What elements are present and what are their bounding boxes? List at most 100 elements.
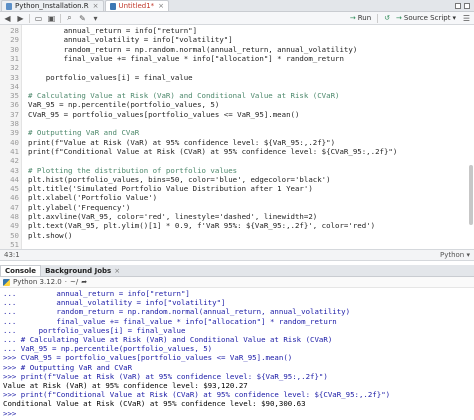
code-line[interactable]: 30 random_return = np.random.normal(annu… <box>0 45 474 54</box>
separator: · <box>64 278 67 286</box>
vertical-scrollbar[interactable] <box>469 165 473 225</box>
code-line[interactable]: 28 annual_return = info["return"] <box>0 26 474 35</box>
language-selector[interactable]: Python <box>440 251 464 259</box>
tab-background-jobs[interactable]: Background Jobs × <box>41 265 124 276</box>
code-text: final_value += final_value * info["alloc… <box>28 53 344 63</box>
console-header: Python 3.12.0 · ~/ ➦ <box>0 277 474 288</box>
rerun-button[interactable]: ↺ <box>384 14 390 22</box>
code-text: plt.axvline(VaR_95, color='red', linesty… <box>28 212 318 221</box>
outline-icon[interactable]: ☰ <box>462 14 471 23</box>
code-line[interactable]: 46 plt.xlabel('Portfolio Value') <box>0 193 474 202</box>
forward-arrow-icon[interactable]: ▶ <box>16 14 25 23</box>
code-tools-icon[interactable]: ✎ <box>78 14 87 23</box>
code-text: annual_return = info["return"] <box>28 26 198 35</box>
console-line: Conditional Value at Risk (CVaR) at 95% … <box>3 399 306 409</box>
line-number: 41 <box>10 146 19 156</box>
console-line: >>> print(f"Conditional Value at Risk (C… <box>3 390 391 400</box>
line-number: 42 <box>10 156 19 166</box>
console-line: >>> print(f"Value at Risk (VaR) at 95% c… <box>3 371 328 381</box>
line-number: 33 <box>10 72 19 82</box>
code-line[interactable]: 31 final_value += final_value * info["al… <box>0 54 474 63</box>
line-number: 31 <box>10 53 19 63</box>
maximize-pane-icon[interactable] <box>464 2 470 9</box>
run-label: Run <box>357 14 372 22</box>
show-in-window-icon[interactable]: ▭ <box>34 14 43 23</box>
code-editor[interactable]: 28 annual_return = info["return"] 29 annu… <box>0 25 474 249</box>
code-line[interactable]: 48 plt.axvline(VaR_95, color='red', lines… <box>0 212 474 221</box>
console-line: ... VaR_95 = np.percentile(portfolio_val… <box>3 344 213 354</box>
code-line[interactable]: 37 CVaR_95 = portfolio_values[portfolio_v… <box>0 110 474 119</box>
python-file-icon <box>109 2 116 10</box>
line-number: 39 <box>10 128 19 138</box>
line-number: 30 <box>10 44 19 54</box>
close-icon[interactable]: × <box>114 267 120 275</box>
source-label: Source Script <box>403 14 451 22</box>
code-text: # Calculating Value at Risk (VaR) and Co… <box>28 91 340 101</box>
source-arrow-icon: → <box>396 14 402 22</box>
code-line[interactable]: 36 VaR_95 = np.percentile(portfolio_value… <box>0 100 474 109</box>
code-line[interactable]: 45 plt.title('Simulated Portfolio Value D… <box>0 184 474 193</box>
code-line[interactable]: 35 # Calculating Value at Risk (VaR) and … <box>0 91 474 100</box>
back-arrow-icon[interactable]: ◀ <box>3 14 12 23</box>
chevron-down-icon[interactable]: ▾ <box>452 14 456 22</box>
source-script-button[interactable]: → Source Script ▾ <box>396 14 456 22</box>
code-line[interactable]: 47 plt.ylabel('Frequency') <box>0 203 474 212</box>
code-line[interactable]: 44 plt.hist(portfolio_values, bins=50, co… <box>0 175 474 184</box>
code-line[interactable]: 50 plt.show() <box>0 231 474 240</box>
console-line: ... random_return = np.random.normal(ann… <box>3 307 351 317</box>
code-text: random_return = np.random.normal(annual_… <box>28 44 358 54</box>
code-text: plt.ylabel('Frequency') <box>28 202 131 212</box>
close-icon[interactable]: × <box>93 2 99 10</box>
code-line[interactable]: 40 print(f"Value at Risk (VaR) at 95% con… <box>0 138 474 147</box>
editor-toolbar: ◀ ▶ ▭ ▣ ⌕ ✎ ▾ → Run ↺ → Source Script ▾ … <box>0 12 474 25</box>
tab-console[interactable]: Console <box>0 265 42 276</box>
r-file-icon <box>6 2 12 10</box>
chevron-down-icon[interactable]: ▾ <box>464 251 470 259</box>
code-text: plt.title('Simulated Portfolio Value Dis… <box>28 184 313 194</box>
chevron-down-icon[interactable]: ▾ <box>91 14 100 23</box>
code-line[interactable]: 33 portfolio_values[i] = final_value <box>0 73 474 82</box>
console-line: ... final_value += final_value * info["a… <box>3 316 337 326</box>
run-arrow-icon: → <box>349 14 356 22</box>
console-line: >>> # Outputting VaR and CVaR <box>3 362 133 372</box>
run-button[interactable]: → Run <box>350 14 371 22</box>
tab-untitled1[interactable]: Untitled1* × <box>104 0 170 11</box>
console-line: ... # Calculating Value at Risk (VaR) an… <box>3 335 333 344</box>
console-line: ... annual_volatility = info["volatility… <box>3 298 226 308</box>
code-line[interactable]: 49 plt.text(VaR_95, plt.ylim()[1] * 0.9, … <box>0 221 474 230</box>
tab-label: Untitled1* <box>118 2 155 10</box>
python-logo-icon <box>3 278 10 286</box>
code-line[interactable]: 29 annual_volatility = info["volatility"… <box>0 35 474 44</box>
divider <box>29 13 30 23</box>
code-line[interactable]: 32 <box>0 63 474 72</box>
search-icon[interactable]: ⌕ <box>65 13 74 23</box>
line-number: 46 <box>10 193 19 203</box>
console-line: ... annual_return = info["return"] <box>3 289 190 298</box>
code-text: print(f"Value at Risk (VaR) at 95% confi… <box>28 137 336 147</box>
close-icon[interactable]: × <box>158 2 164 10</box>
line-number: 45 <box>10 184 19 194</box>
line-number: 29 <box>10 35 19 45</box>
line-number: 36 <box>10 100 19 110</box>
code-line[interactable]: 42 <box>0 156 474 165</box>
rerun-icon: ↺ <box>384 14 391 22</box>
console-output[interactable]: ... annual_return = info["return"]... an… <box>0 288 474 420</box>
working-directory[interactable]: ~/ <box>70 278 78 286</box>
tab-label: Console <box>5 267 37 275</box>
code-text: CVaR_95 = portfolio_values[portfolio_val… <box>28 109 300 119</box>
code-text: annual_volatility = info["volatility"] <box>28 35 233 45</box>
code-line[interactable]: 34 <box>0 82 474 91</box>
console-tabbar: Console Background Jobs × <box>0 265 474 277</box>
save-icon[interactable]: ▣ <box>47 14 56 23</box>
code-line[interactable]: 51 <box>0 240 474 249</box>
tab-python-installation[interactable]: Python_Installation.R × <box>1 0 104 11</box>
minimize-pane-icon[interactable] <box>455 2 461 9</box>
line-number: 35 <box>10 91 19 101</box>
code-line[interactable]: 38 <box>0 119 474 128</box>
code-line[interactable]: 39 # Outputting VaR and CVaR <box>0 128 474 137</box>
code-line[interactable]: 41 print(f"Conditional Value at Risk (CVa… <box>0 147 474 156</box>
code-text: plt.xlabel('Portfolio Value') <box>28 193 158 203</box>
code-line[interactable]: 43 # Plotting the distribution of portfol… <box>0 166 474 175</box>
go-to-directory-icon[interactable]: ➦ <box>81 278 87 286</box>
pane-controls <box>455 0 474 11</box>
